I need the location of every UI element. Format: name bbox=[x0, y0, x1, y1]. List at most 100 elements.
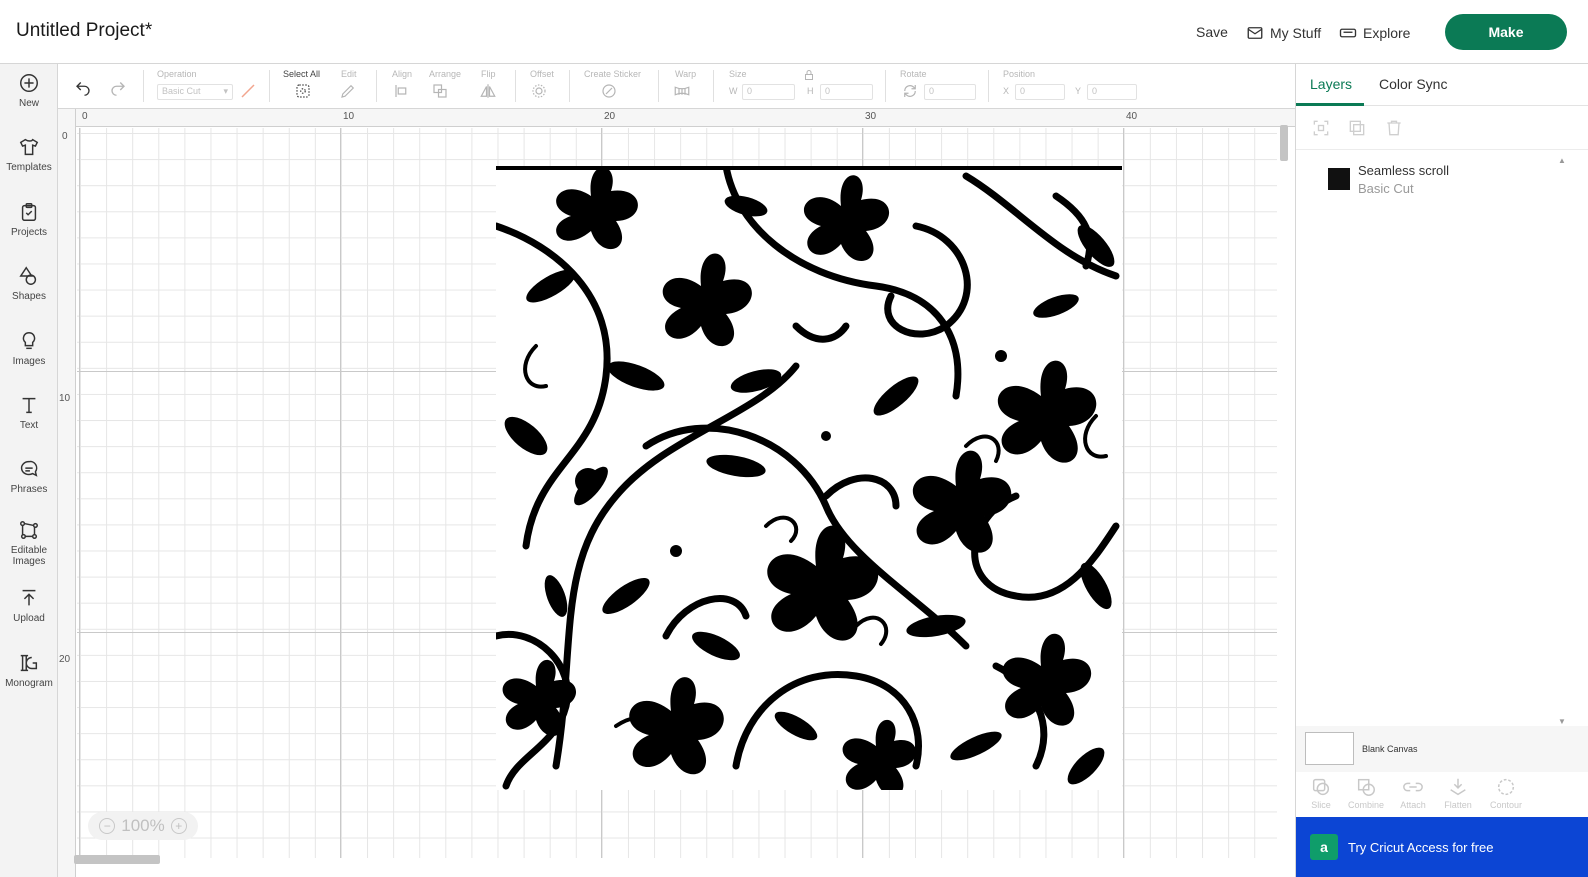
ruler-label: 10 bbox=[59, 393, 71, 404]
rotate-input[interactable]: 0 bbox=[924, 84, 976, 100]
horizontal-scrollbar[interactable] bbox=[64, 853, 1274, 865]
contour-label: Contour bbox=[1489, 800, 1523, 810]
sticker-icon[interactable] bbox=[599, 82, 619, 100]
combine-icon bbox=[1357, 778, 1375, 796]
sidebar-item-upload[interactable]: Upload bbox=[0, 587, 58, 624]
tab-layers[interactable]: Layers bbox=[1310, 76, 1352, 92]
trash-icon[interactable] bbox=[1384, 118, 1404, 138]
scroll-up-icon[interactable]: ▲ bbox=[1558, 156, 1566, 165]
sidebar-item-phrases[interactable]: Phrases bbox=[0, 458, 58, 495]
width-input[interactable]: 0 bbox=[742, 84, 795, 100]
cricut-access-banner[interactable]: a Try Cricut Access for free bbox=[1296, 817, 1588, 877]
save-link[interactable]: Save bbox=[1196, 24, 1228, 40]
explore-link[interactable]: Explore bbox=[1339, 24, 1410, 42]
layer-item[interactable]: Seamless scroll Basic Cut bbox=[1296, 160, 1588, 200]
slice-button[interactable]: Slice bbox=[1298, 776, 1344, 810]
align-icon[interactable] bbox=[392, 82, 412, 100]
zoom-out-icon[interactable]: − bbox=[99, 818, 116, 834]
sidebar-item-projects[interactable]: Projects bbox=[0, 201, 58, 238]
width-label: W bbox=[729, 86, 738, 96]
attach-button[interactable]: Attach bbox=[1390, 776, 1436, 810]
select-all-icon[interactable] bbox=[293, 82, 313, 100]
select-all-label: Select All bbox=[283, 69, 321, 79]
flip-icon[interactable] bbox=[478, 82, 498, 100]
offset-label: Offset bbox=[530, 69, 554, 79]
align-label: Align bbox=[392, 69, 413, 79]
undo-icon[interactable] bbox=[73, 78, 93, 96]
arrange-icon[interactable] bbox=[430, 82, 450, 100]
plus-circle-icon bbox=[20, 74, 38, 92]
toolbar-divider bbox=[515, 70, 516, 102]
offset-icon[interactable] bbox=[529, 82, 549, 100]
lock-icon[interactable] bbox=[803, 68, 815, 80]
bottom-layer-tools: Slice Combine Attach Flatten Contour bbox=[1296, 772, 1588, 816]
design-canvas[interactable]: 0 10 20 30 40 0 10 20 − 100% + bbox=[58, 109, 1295, 877]
sidebar-item-new[interactable]: New bbox=[0, 72, 58, 109]
position-y-input[interactable]: 0 bbox=[1087, 84, 1137, 100]
blank-canvas-row[interactable]: Blank Canvas bbox=[1296, 726, 1588, 772]
sidebar-label: Images bbox=[12, 356, 46, 367]
floral-pattern-image bbox=[492, 162, 1122, 796]
operation-select[interactable]: Basic Cut ▾ bbox=[157, 84, 233, 100]
explore-label: Explore bbox=[1363, 25, 1411, 41]
canvas-swatch[interactable] bbox=[1305, 732, 1354, 765]
ruler-label: 40 bbox=[1126, 111, 1138, 122]
top-header: Untitled Project* Save My Stuff Explore … bbox=[0, 0, 1588, 64]
sidebar-item-monogram[interactable]: Monogram bbox=[0, 652, 58, 689]
tab-color-sync[interactable]: Color Sync bbox=[1379, 76, 1447, 92]
left-sidebar: New Templates Projects Shapes Images Tex… bbox=[0, 64, 58, 877]
shapes-icon bbox=[19, 266, 37, 285]
toolbar-divider bbox=[269, 70, 270, 102]
ruler-label: 10 bbox=[343, 111, 355, 122]
sidebar-item-shapes[interactable]: Shapes bbox=[0, 265, 58, 302]
sidebar-label: Shapes bbox=[12, 291, 46, 302]
my-stuff-link[interactable]: My Stuff bbox=[1246, 24, 1321, 42]
vertical-scroll-thumb[interactable] bbox=[1280, 125, 1288, 161]
zoom-value: 100% bbox=[121, 816, 165, 835]
contour-button[interactable]: Contour bbox=[1483, 776, 1529, 810]
zoom-in-icon[interactable]: + bbox=[170, 818, 187, 834]
editable-images-icon bbox=[20, 521, 38, 539]
pen-color-icon[interactable] bbox=[238, 82, 258, 100]
position-x-input[interactable]: 0 bbox=[1015, 84, 1065, 100]
upload-icon bbox=[22, 589, 36, 606]
rotate-value: 0 bbox=[929, 86, 935, 96]
layers-scrollbar[interactable]: ▲ ▼ bbox=[1558, 156, 1566, 726]
vertical-scrollbar[interactable] bbox=[1279, 115, 1289, 855]
height-label: H bbox=[807, 86, 814, 96]
scroll-down-icon[interactable]: ▼ bbox=[1558, 717, 1566, 726]
flip-label: Flip bbox=[481, 69, 496, 79]
redo-icon[interactable] bbox=[108, 78, 128, 96]
layer-actions bbox=[1296, 106, 1588, 150]
toolbar-divider bbox=[376, 70, 377, 102]
flatten-button[interactable]: Flatten bbox=[1435, 776, 1481, 810]
toolbar-divider bbox=[988, 70, 989, 102]
sidebar-item-templates[interactable]: Templates bbox=[0, 136, 58, 173]
toolbar-divider bbox=[143, 70, 144, 102]
duplicate-icon[interactable] bbox=[1347, 118, 1367, 138]
sidebar-label: Templates bbox=[6, 162, 52, 173]
project-title[interactable]: Untitled Project* bbox=[16, 20, 152, 42]
sidebar-item-text[interactable]: Text bbox=[0, 394, 58, 431]
edit-toolbar: Operation Basic Cut ▾ Select All Edit Al… bbox=[58, 64, 1295, 109]
toolbar-divider bbox=[713, 70, 714, 102]
warp-icon[interactable] bbox=[672, 82, 692, 100]
combine-button[interactable]: Combine bbox=[1343, 776, 1389, 810]
my-stuff-label: My Stuff bbox=[1270, 25, 1322, 41]
blank-canvas-label: Blank Canvas bbox=[1362, 744, 1418, 754]
sidebar-item-editable-images[interactable]: Editable Images bbox=[0, 519, 58, 567]
make-button[interactable]: Make bbox=[1445, 14, 1567, 50]
rotate-icon[interactable] bbox=[900, 82, 920, 100]
horizontal-scroll-thumb[interactable] bbox=[74, 855, 160, 864]
sidebar-item-images[interactable]: Images bbox=[0, 330, 58, 367]
height-value: 0 bbox=[825, 86, 831, 96]
group-icon[interactable] bbox=[1311, 118, 1331, 138]
ruler-label: 20 bbox=[604, 111, 616, 122]
arrange-label: Arrange bbox=[429, 69, 462, 79]
seamless-scroll-design[interactable] bbox=[492, 162, 1122, 796]
rotate-label: Rotate bbox=[900, 69, 927, 79]
layer-thumbnail bbox=[1328, 168, 1350, 190]
height-input[interactable]: 0 bbox=[820, 84, 873, 100]
edit-pencil-icon[interactable] bbox=[338, 82, 358, 100]
layer-name: Seamless scroll bbox=[1358, 163, 1450, 178]
